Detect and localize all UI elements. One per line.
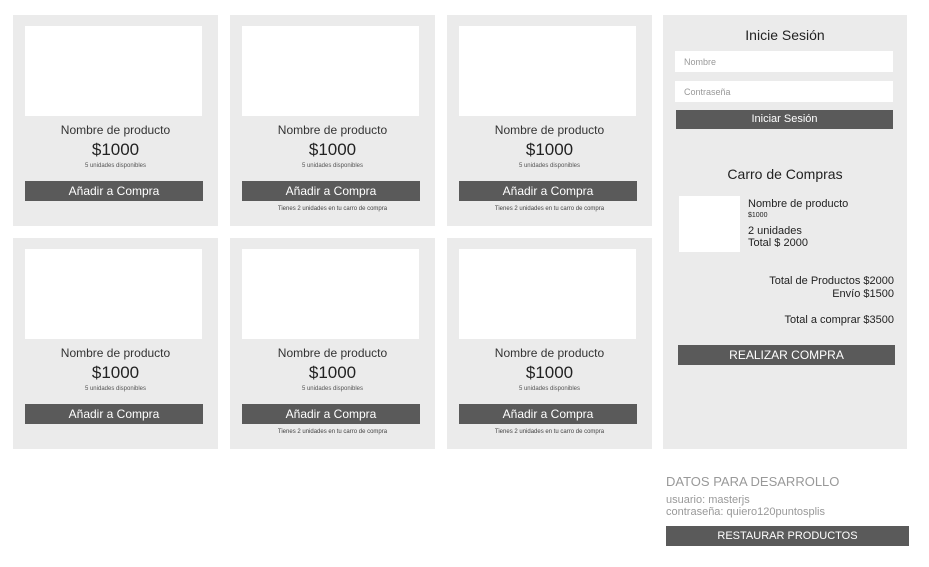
product-card: Nombre de producto $1000 5 unidades disp… (447, 15, 652, 226)
in-cart-note: Tienes 2 unidades en tu carro de compra (494, 429, 605, 435)
cart-item-units: 2 unidades (748, 225, 802, 237)
in-cart-note: Tienes 2 unidades en tu carro de compra (277, 206, 388, 212)
add-to-cart-button[interactable]: Añadir a Compra (25, 181, 203, 201)
add-to-cart-button[interactable]: Añadir a Compra (25, 404, 203, 424)
add-to-cart-button[interactable]: Añadir a Compra (242, 181, 420, 201)
product-stock: 5 unidades disponibles (84, 163, 147, 169)
product-name: Nombre de producto (277, 123, 388, 137)
product-image (242, 249, 419, 339)
shipping-cost: Envío $1500 (832, 288, 894, 300)
grand-total: Total a comprar $3500 (784, 314, 894, 326)
login-title: Inicie Sesión (745, 27, 825, 43)
in-cart-note: Tienes 2 unidades en tu carro de compra (277, 429, 388, 435)
cart-item-image (679, 196, 740, 252)
product-card: Nombre de producto $1000 5 unidades disp… (13, 238, 218, 449)
cart-item-name: Nombre de producto (748, 198, 849, 210)
product-name: Nombre de producto (277, 346, 388, 360)
product-price: $1000 (308, 363, 357, 382)
sidebar-panel: Inicie Sesión Nombre Contraseña Iniciar … (663, 15, 907, 449)
password-input[interactable]: Contraseña (675, 81, 893, 102)
login-button[interactable]: Iniciar Sesión (676, 110, 893, 129)
product-card: Nombre de producto $1000 5 unidades disp… (230, 15, 435, 226)
dev-title: DATOS PARA DESARROLLO (666, 474, 840, 489)
product-image (25, 249, 202, 339)
product-stock: 5 unidades disponibles (84, 386, 147, 392)
product-name: Nombre de producto (60, 123, 171, 137)
add-to-cart-button[interactable]: Añadir a Compra (242, 404, 420, 424)
cart-item-price: $1000 (748, 212, 768, 219)
product-card: Nombre de producto $1000 5 unidades disp… (13, 15, 218, 226)
products-total: Total de Productos $2000 (769, 275, 894, 287)
product-price: $1000 (308, 140, 357, 159)
product-name: Nombre de producto (60, 346, 171, 360)
product-name: Nombre de producto (494, 123, 605, 137)
product-card: Nombre de producto $1000 5 unidades disp… (230, 238, 435, 449)
product-stock: 5 unidades disponibles (301, 163, 364, 169)
product-image (242, 26, 419, 116)
product-name: Nombre de producto (494, 346, 605, 360)
product-price: $1000 (525, 140, 574, 159)
name-input[interactable]: Nombre (675, 51, 893, 72)
product-stock: 5 unidades disponibles (301, 386, 364, 392)
checkout-button[interactable]: REALIZAR COMPRA (678, 345, 895, 365)
restore-products-button[interactable]: RESTAURAR PRODUCTOS (666, 526, 909, 546)
product-card: Nombre de producto $1000 5 unidades disp… (447, 238, 652, 449)
product-image (459, 26, 636, 116)
product-stock: 5 unidades disponibles (518, 386, 581, 392)
in-cart-note: Tienes 2 unidades en tu carro de compra (494, 206, 605, 212)
product-price: $1000 (91, 363, 140, 382)
product-price: $1000 (91, 140, 140, 159)
product-image (459, 249, 636, 339)
cart-title: Carro de Compras (727, 166, 843, 182)
cart-item-total: Total $ 2000 (748, 237, 808, 249)
add-to-cart-button[interactable]: Añadir a Compra (459, 181, 637, 201)
dev-password: contraseña: quiero120puntosplis (666, 506, 826, 518)
product-price: $1000 (525, 363, 574, 382)
product-image (25, 26, 202, 116)
product-stock: 5 unidades disponibles (518, 163, 581, 169)
dev-user: usuario: masterjs (666, 494, 750, 506)
add-to-cart-button[interactable]: Añadir a Compra (459, 404, 637, 424)
